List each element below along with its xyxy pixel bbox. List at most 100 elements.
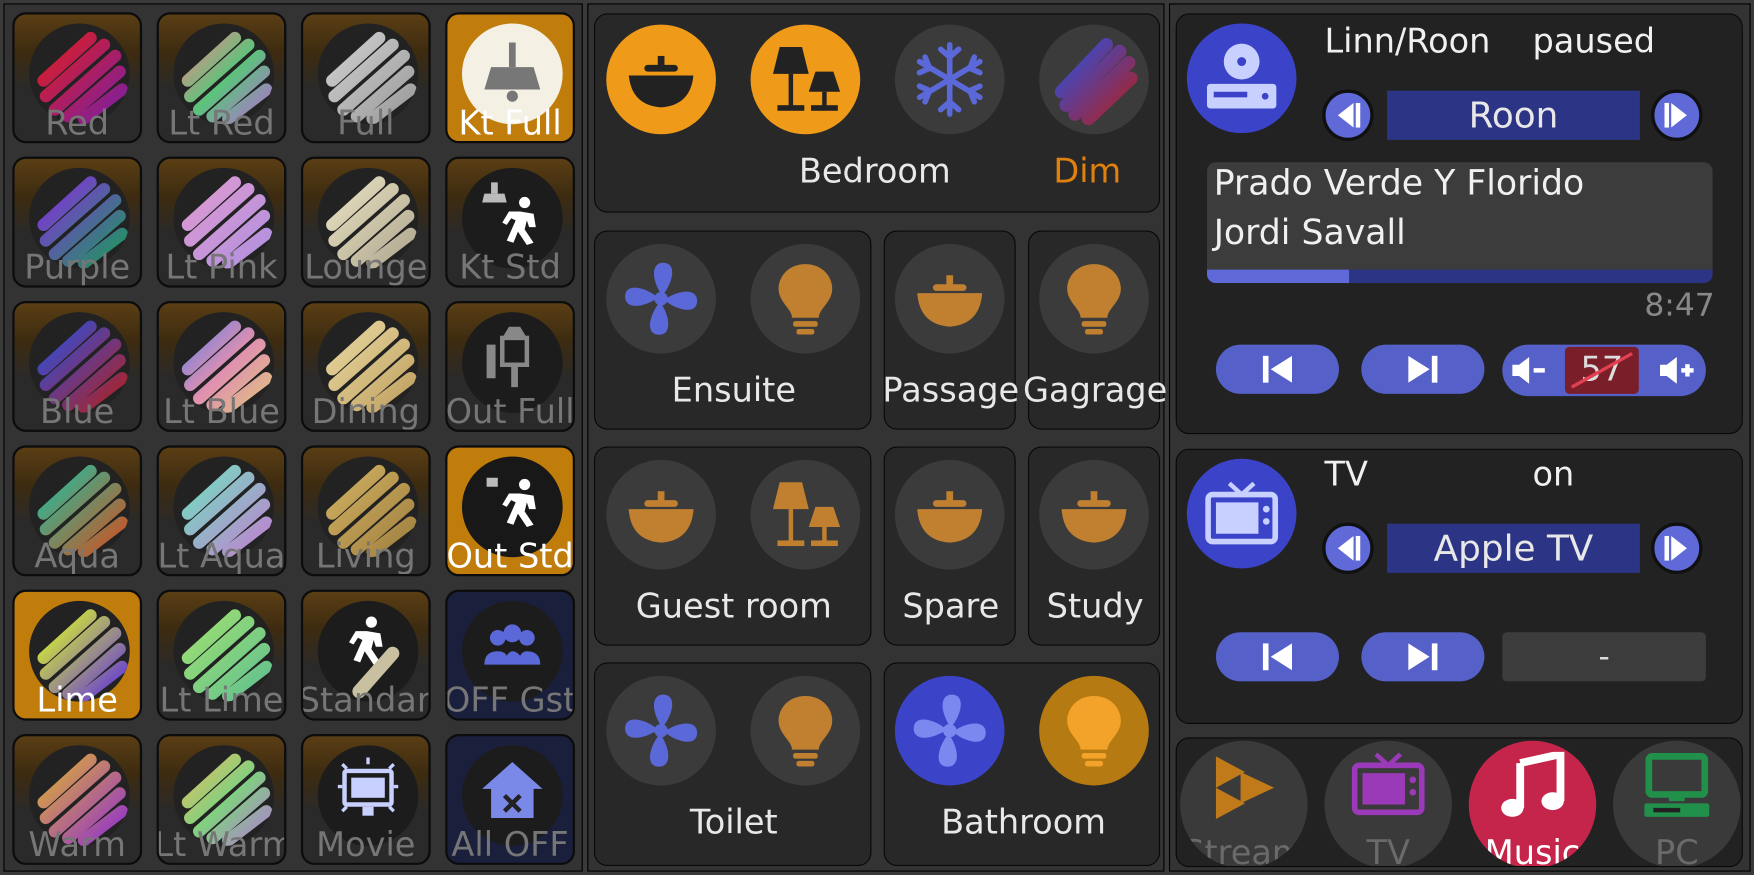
scene-label: Out Std <box>446 537 574 577</box>
scene-button-lime[interactable]: Lime <box>12 589 143 721</box>
bedroom-colour-button[interactable] <box>1039 24 1149 135</box>
scene-button-standard[interactable]: Standard <box>300 589 431 721</box>
volume-up-button[interactable] <box>1654 348 1699 393</box>
bathroom-fan-button[interactable] <box>894 675 1005 786</box>
scene-button-lounge[interactable]: Lounge <box>300 156 431 288</box>
room-label-passage: Passage <box>882 371 1020 411</box>
skip-next-icon <box>1408 643 1438 671</box>
scene-button-red[interactable]: Red <box>12 12 143 144</box>
scene-button-movie[interactable]: Movie <box>300 734 431 865</box>
music-source-prev-button[interactable] <box>1322 89 1374 141</box>
guest-ceiling-light-button[interactable] <box>606 459 716 570</box>
mode-tv-button[interactable]: TV <box>1324 740 1452 867</box>
tv-card: TV on Apple TV - <box>1175 448 1743 724</box>
volume-level: 57 <box>1564 346 1639 394</box>
toilet-fan-button[interactable] <box>606 675 716 786</box>
scene-button-kt-std[interactable]: Kt Std <box>445 156 575 288</box>
scene-label: Lt Red <box>168 104 275 144</box>
scene-label: Lt Aqua <box>157 537 286 577</box>
tv-next-button[interactable] <box>1361 632 1485 682</box>
skip-previous-icon <box>1262 643 1293 671</box>
volume-down-button[interactable] <box>1507 348 1552 393</box>
fan-icon <box>913 694 986 767</box>
scene-button-lt-pink[interactable]: Lt Pink <box>156 156 287 288</box>
chevron-left-icon <box>1337 102 1361 128</box>
mode-pc-button[interactable]: PC <box>1613 740 1741 868</box>
music-source-next-button[interactable] <box>1651 89 1703 141</box>
ensuite-light-button[interactable] <box>750 243 861 354</box>
mode-selector: Stream TV Music PC <box>1175 737 1743 868</box>
track-time: 8:47 <box>1644 286 1715 324</box>
guest-lamps-button[interactable] <box>750 459 861 570</box>
gagrage-light-button[interactable] <box>1039 243 1149 354</box>
scene-button-blue[interactable]: Blue <box>12 300 143 432</box>
scene-button-lt-aqua[interactable]: Lt Aqua <box>156 445 287 577</box>
tv-source-prev-button[interactable] <box>1322 522 1374 575</box>
room-card-ensuite: Ensuite <box>593 230 872 430</box>
scene-button-out-full[interactable]: Out Full <box>445 300 575 432</box>
room-label-toilet: Toilet <box>689 803 778 843</box>
progress-track <box>1206 269 1713 284</box>
bedroom-ac-button[interactable] <box>894 24 1005 135</box>
scene-button-lt-red[interactable]: Lt Red <box>156 12 287 144</box>
tv-device-button[interactable] <box>1186 458 1297 569</box>
room-label-ensuite: Ensuite <box>671 371 796 411</box>
room-card-bedroom: Bedroom Dim <box>593 13 1161 213</box>
scene-button-warm[interactable]: Warm <box>12 734 143 865</box>
room-card-toilet: Toilet <box>593 662 872 867</box>
scene-label: Warm <box>28 825 126 865</box>
fan-icon <box>625 694 698 767</box>
music-source-display[interactable]: Roon <box>1387 90 1640 140</box>
volume-control: 57 <box>1502 344 1706 397</box>
bedroom-ceiling-light-button[interactable] <box>606 24 716 135</box>
tv-prev-button[interactable] <box>1215 632 1339 682</box>
room-card-passage: Passage <box>882 230 1019 430</box>
pc-icon <box>1644 753 1710 817</box>
mode-stream-button[interactable]: Stream <box>1180 740 1308 867</box>
scene-button-lt-lime[interactable]: Lt Lime <box>156 589 287 721</box>
scene-button-purple[interactable]: Purple <box>12 156 143 288</box>
room-state-bedroom: Dim <box>1053 152 1122 192</box>
scene-button-out-std[interactable]: Out Std <box>445 445 575 577</box>
bedroom-lamps-button[interactable] <box>750 24 861 135</box>
volume-down-icon <box>1512 356 1545 384</box>
scene-button-living[interactable]: Living <box>300 445 431 577</box>
colour-swatch-icon <box>1054 38 1138 126</box>
scene-label: Kt Full <box>458 104 562 144</box>
scene-button-full[interactable]: Full <box>300 12 431 144</box>
study-ceiling-light-button[interactable] <box>1039 459 1149 570</box>
scene-button-dining[interactable]: Dining <box>300 300 431 432</box>
tv-source-display[interactable]: Apple TV <box>1387 523 1640 573</box>
scene-button-kt-full[interactable]: Kt Full <box>445 12 575 144</box>
scene-button-all-off[interactable]: All OFF <box>445 734 575 865</box>
snowflake-icon <box>916 41 983 117</box>
music-card: Linn/Roon paused Roon Prado Verde Y Flor… <box>1175 13 1743 435</box>
scene-label: Lt Blue <box>163 392 280 432</box>
spare-ceiling-light-button[interactable] <box>894 459 1005 570</box>
tv-volume-display[interactable]: - <box>1502 632 1706 682</box>
scene-button-aqua[interactable]: Aqua <box>12 445 143 577</box>
ceiling-light-icon <box>917 491 983 543</box>
chevron-left-icon <box>1337 535 1361 561</box>
ceiling-light-icon <box>628 491 694 543</box>
toilet-light-button[interactable] <box>750 675 861 786</box>
lamps-icon <box>772 482 841 547</box>
room-label-bathroom: Bathroom <box>941 803 1106 843</box>
passage-ceiling-light-button[interactable] <box>894 243 1005 354</box>
scene-label: Aqua <box>34 537 120 577</box>
ensuite-fan-button[interactable] <box>606 243 716 354</box>
music-state: paused <box>1532 22 1656 62</box>
music-prev-track-button[interactable] <box>1215 344 1339 394</box>
tv-source-next-button[interactable] <box>1651 522 1703 575</box>
mode-music-button[interactable]: Music <box>1468 740 1597 867</box>
music-device-button[interactable] <box>1186 23 1297 134</box>
scene-button-lt-warm[interactable]: Lt Warm <box>156 734 287 865</box>
mode-label-pc: PC <box>1654 833 1699 868</box>
room-label-guest: Guest room <box>635 587 832 627</box>
music-next-track-button[interactable] <box>1361 344 1485 394</box>
scene-button-lt-blue[interactable]: Lt Blue <box>156 300 287 432</box>
stream-icon <box>1215 756 1275 820</box>
bathroom-light-button[interactable] <box>1039 675 1149 786</box>
scene-button-off-gst[interactable]: OFF Gst <box>445 589 575 721</box>
tv-icon <box>1205 481 1279 545</box>
